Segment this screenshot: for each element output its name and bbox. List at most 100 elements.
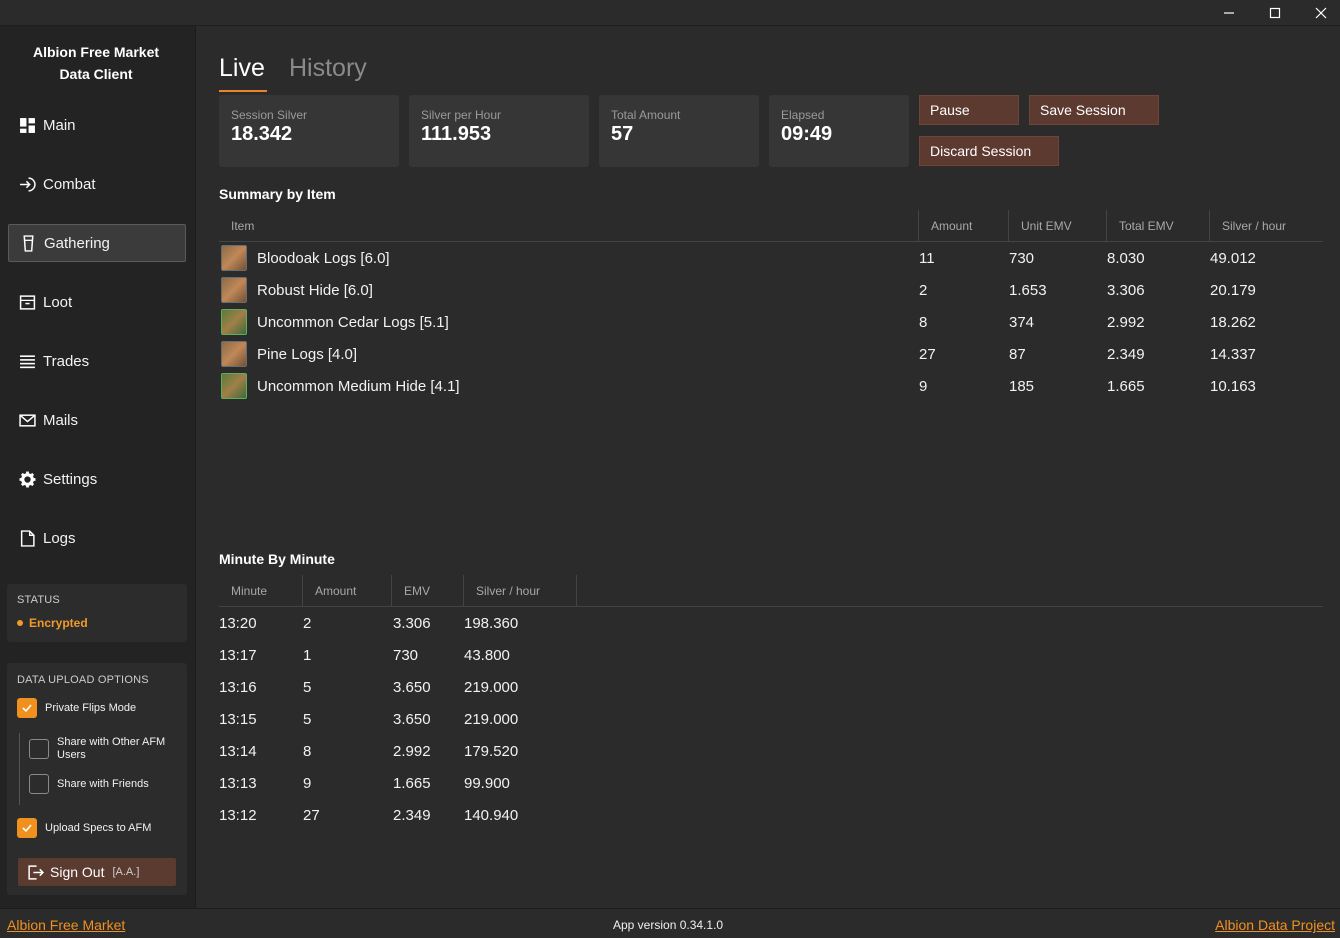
sidebar-item-logs[interactable]: Logs [8,519,186,557]
private-flips-checkbox[interactable]: Private Flips Mode [17,698,136,718]
column-header-silver-hour[interactable]: Silver / hour [463,575,577,607]
item-cell: Uncommon Medium Hide [4.1] [221,370,460,402]
status-panel: STATUS Encrypted [7,584,187,642]
share-other-afm-label: Share with Other AFM Users [57,736,165,762]
emv-cell: 730 [393,646,419,664]
minute-header-row: Minute Amount EMV Silver / hour [219,575,1323,607]
close-icon[interactable] [1298,0,1340,26]
minimize-icon[interactable] [1206,0,1252,26]
upload-specs-label: Upload Specs to AFM [45,822,152,834]
stat-card-total-amount: Total Amount 57 [599,95,759,167]
item-name: Uncommon Medium Hide [4.1] [257,377,460,395]
title-bar [0,0,1340,26]
sidebar-item-gathering[interactable]: Gathering [8,224,186,262]
status-dot-icon [17,619,23,626]
sign-out-button[interactable]: Sign Out [A.A.] [18,858,176,886]
column-header-silver-hour[interactable]: Silver / hour [1209,210,1323,242]
silver-hour-cell: 43.800 [464,646,510,664]
sidebar-item-combat[interactable]: Combat [8,165,186,203]
table-row[interactable]: Bloodoak Logs [6.0] 11 730 8.030 49.012 [219,242,1323,274]
minute-cell: 13:17 [219,646,257,664]
summary-table: Item Amount Unit EMV Total EMV Silver / … [219,210,1323,402]
table-row[interactable]: 13:20 2 3.306 198.360 [219,607,619,639]
item-cell: Uncommon Cedar Logs [5.1] [221,306,449,338]
share-friends-checkbox[interactable]: Share with Friends [29,774,149,794]
minute-cell: 13:15 [219,710,257,728]
table-row[interactable]: 13:16 5 3.650 219.000 [219,671,619,703]
table-row[interactable]: 13:12 27 2.349 140.940 [219,799,619,831]
silver-hour-cell: 140.940 [464,806,519,824]
silver-hour-cell: 219.000 [464,710,519,728]
login-arrow-icon [18,175,36,193]
sidebar-item-mails[interactable]: Mails [8,401,186,439]
sidebar-item-label: Combat [43,175,96,193]
checkmark-icon [17,818,37,838]
sidebar-item-settings[interactable]: Settings [8,460,186,498]
sidebar-item-label: Settings [43,470,98,488]
app-title: Albion Free Market Data Client [0,41,192,85]
status-value: Encrypted [29,615,88,630]
column-header-minute[interactable]: Minute [219,575,302,607]
app-title-line2: Data Client [59,66,133,82]
column-header-item[interactable]: Item [219,210,918,242]
table-row[interactable]: Uncommon Medium Hide [4.1] 9 185 1.665 1… [219,370,1323,402]
column-header-amount[interactable]: Amount [918,210,1008,242]
maximize-icon[interactable] [1252,0,1298,26]
pause-button[interactable]: Pause [919,95,1019,125]
unit-emv-cell: 1.653 [1009,281,1047,299]
column-header-emv[interactable]: EMV [391,575,463,607]
table-row[interactable]: 13:17 1 730 43.800 [219,639,619,671]
footer: Albion Free Market App version 0.34.1.0 … [0,908,1340,938]
table-row[interactable]: 13:13 9 1.665 99.900 [219,767,619,799]
amount-cell: 2 [919,281,928,299]
tab-history[interactable]: History [289,54,367,83]
save-session-button[interactable]: Save Session [1029,95,1159,125]
stat-value: 57 [611,123,634,145]
sidebar-item-label: Logs [43,529,76,547]
minute-cell: 13:16 [219,678,257,696]
amount-cell: 5 [303,678,312,696]
table-row[interactable]: 13:15 5 3.650 219.000 [219,703,619,735]
item-name: Pine Logs [4.0] [257,345,358,363]
share-other-afm-checkbox[interactable]: Share with Other AFM Users [29,736,165,762]
table-row[interactable]: Uncommon Cedar Logs [5.1] 8 374 2.992 18… [219,306,1323,338]
albion-free-market-link[interactable]: Albion Free Market [7,917,125,933]
minute-cell: 13:20 [219,614,257,632]
upload-specs-checkbox[interactable]: Upload Specs to AFM [17,818,151,838]
total-emv-cell: 2.992 [1107,313,1145,331]
item-name: Bloodoak Logs [6.0] [257,249,390,267]
private-flips-label: Private Flips Mode [45,702,137,714]
sidebar-item-trades[interactable]: Trades [8,342,186,380]
sidebar-item-main[interactable]: Main [8,106,186,144]
summary-header-row: Item Amount Unit EMV Total EMV Silver / … [219,210,1323,242]
tab-live[interactable]: Live [219,54,265,83]
sidebar-item-label: Mails [43,411,79,429]
unit-emv-cell: 87 [1009,345,1026,363]
stat-label: Session Silver [231,108,308,122]
tab-underline [219,90,267,92]
amount-cell: 11 [919,249,935,267]
column-header-total-emv[interactable]: Total EMV [1106,210,1209,242]
discard-session-button[interactable]: Discard Session [919,136,1059,166]
amount-cell: 8 [919,313,928,331]
sidebar-item-label: Main [43,116,76,134]
table-row[interactable]: Robust Hide [6.0] 2 1.653 3.306 20.179 [219,274,1323,306]
column-header-unit-emv[interactable]: Unit EMV [1008,210,1106,242]
table-row[interactable]: 13:14 8 2.992 179.520 [219,735,619,767]
column-header-amount[interactable]: Amount [302,575,391,607]
albion-data-project-link[interactable]: Albion Data Project [1215,917,1335,933]
silver-hour-cell: 49.012 [1210,249,1256,267]
sidebar: Albion Free Market Data Client Main Comb… [0,26,196,908]
item-cell: Pine Logs [4.0] [221,338,357,370]
emv-cell: 3.650 [393,678,431,696]
sidebar-item-label: Loot [43,293,73,311]
table-row[interactable]: Pine Logs [4.0] 27 87 2.349 14.337 [219,338,1323,370]
amount-cell: 27 [919,345,936,363]
silver-hour-cell: 10.163 [1210,377,1256,395]
item-hide-icon [221,373,247,399]
amount-cell: 2 [303,614,312,632]
silver-hour-cell: 179.520 [464,742,519,760]
sidebar-item-loot[interactable]: Loot [8,283,186,321]
silver-hour-cell: 18.262 [1210,313,1256,331]
total-emv-cell: 1.665 [1107,377,1145,395]
